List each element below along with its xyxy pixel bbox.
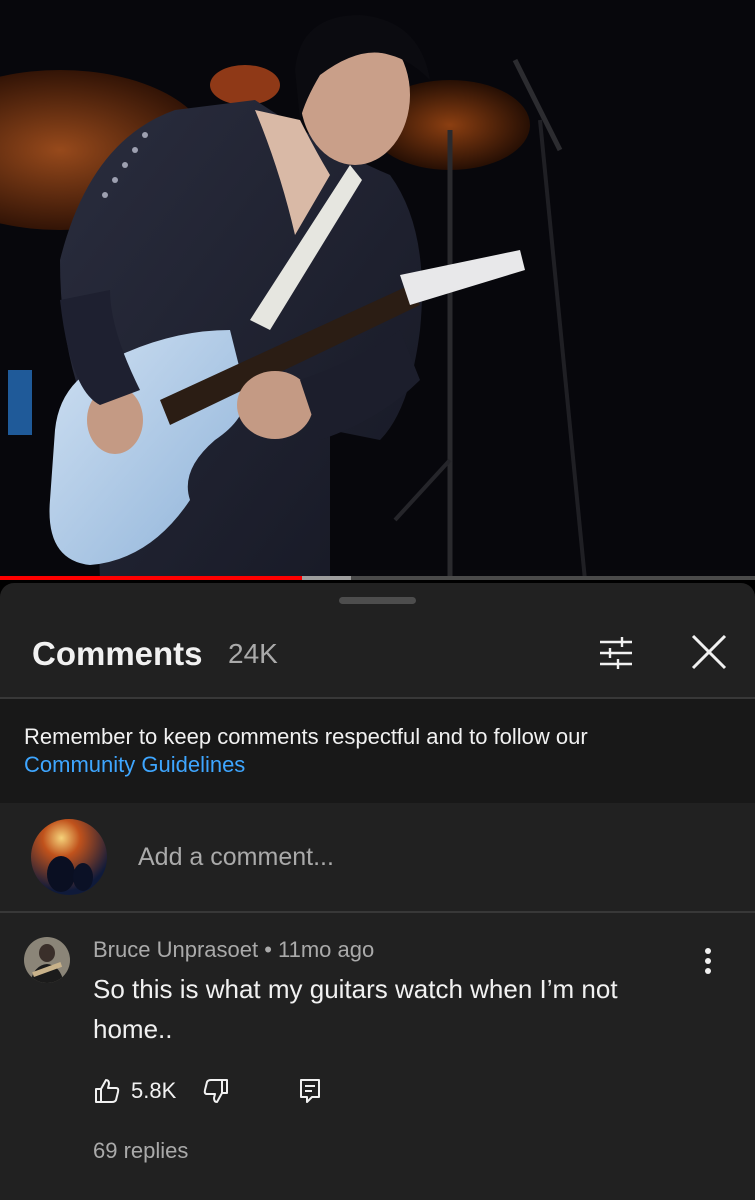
community-guidelines-link[interactable]: Community Guidelines (24, 751, 724, 779)
comments-sheet: Comments 24K Remember to keep comments r… (0, 583, 755, 1200)
thumb-down-icon (204, 1079, 229, 1103)
video-progress-bar[interactable] (0, 576, 755, 580)
sort-filter-button[interactable] (590, 627, 642, 679)
view-replies-button[interactable]: 69 replies (93, 1138, 188, 1164)
comments-title: Comments (32, 635, 203, 672)
add-comment-input[interactable]: Add a comment... (138, 843, 334, 872)
close-button[interactable] (682, 625, 736, 679)
comment-text: So this is what my guitars watch when I’… (93, 974, 618, 1044)
notice-text: Remember to keep comments respectful and… (24, 724, 588, 749)
like-count: 5.8K (131, 1078, 177, 1103)
more-vert-icon (705, 948, 711, 974)
comment-item: Bruce Unprasoet • 11mo ago So this is wh… (0, 913, 755, 1200)
thumb-up-icon (95, 1079, 120, 1103)
user-avatar (31, 819, 107, 895)
sort-filter-icon (600, 637, 632, 669)
reply-comment-icon (300, 1079, 321, 1103)
commenter-avatar[interactable] (24, 937, 70, 983)
video-frame (0, 0, 755, 580)
comments-header: Comments 24K (0, 623, 755, 697)
comment-meta: Bruce Unprasoet • 11mo ago (93, 937, 375, 962)
reply-button[interactable] (298, 1077, 322, 1105)
drag-handle[interactable] (339, 597, 416, 604)
progress-played (0, 576, 302, 580)
guidelines-notice: Remember to keep comments respectful and… (0, 699, 755, 803)
like-button[interactable]: 5.8K (93, 1077, 176, 1105)
video-player[interactable] (0, 0, 755, 580)
comments-count: 24K (228, 638, 278, 669)
dislike-button[interactable] (202, 1077, 230, 1105)
add-comment-row: Add a comment... (0, 803, 755, 911)
comment-more-button[interactable] (692, 941, 724, 981)
close-icon (691, 634, 727, 670)
comment-actions: 5.8K (93, 1073, 322, 1109)
